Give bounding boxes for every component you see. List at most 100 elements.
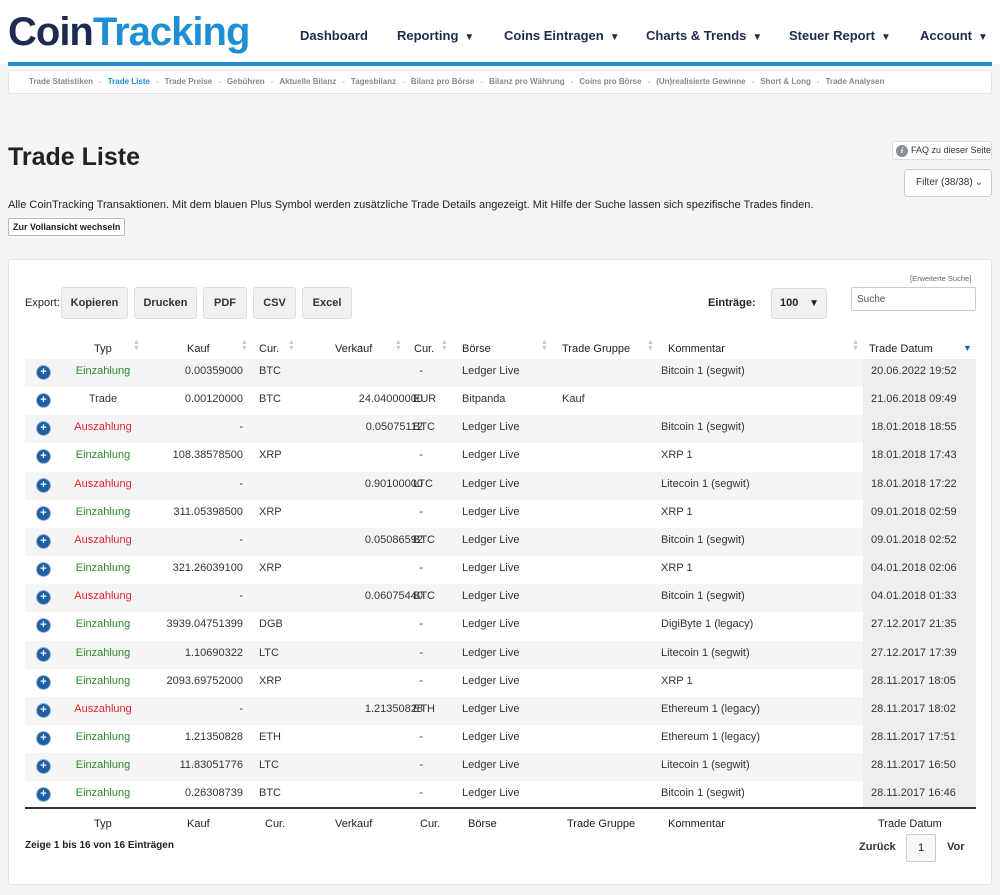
cell-trade-gruppe: Kauf xyxy=(562,393,585,406)
cointracking-logo[interactable]: CoinTracking xyxy=(8,10,250,54)
cell-cur-sell: BTC xyxy=(413,533,435,546)
sort-icon[interactable]: ▲ ▼ xyxy=(288,339,295,352)
subnav-item-coins-pro-börse[interactable]: Coins pro Börse xyxy=(579,71,641,93)
nav-reporting[interactable]: Reporting ▼ xyxy=(397,28,474,46)
pdf-button[interactable]: PDF xyxy=(203,287,247,319)
footer-cur-sell: Cur. xyxy=(420,818,441,830)
nav-steuer-report[interactable]: Steuer Report ▼ xyxy=(789,28,891,46)
cell-kommentar: Litecoin 1 (segwit) xyxy=(661,759,750,772)
subnav-item-trade-analysen[interactable]: Trade Analysen xyxy=(826,71,885,93)
cell-boerse: Ledger Live xyxy=(462,533,520,546)
table-row[interactable]: + Einzahlung 108.38578500 XRP - Ledger Live XR… xyxy=(25,443,957,471)
table-row[interactable]: + Einzahlung 0.26308739 BTC - Ledger Live Bitc… xyxy=(25,781,956,809)
cell-boerse: Ledger Live xyxy=(462,759,520,772)
cell-boerse: Ledger Live xyxy=(462,674,520,687)
cell-cur-sell: BTC xyxy=(413,590,435,603)
cell-kauf: - xyxy=(239,421,243,434)
table-row[interactable]: + Auszahlung -0.06075440 BTC Ledger Live Bitc… xyxy=(25,584,957,613)
page-description: Alle CoinTracking Transaktionen. Mit dem… xyxy=(8,199,814,211)
cell-boerse: Ledger Live xyxy=(462,449,520,462)
header-cur-buy[interactable]: Cur. xyxy=(259,343,279,355)
cell-kommentar: XRP 1 xyxy=(661,449,693,462)
table-row[interactable]: + Auszahlung -0.05075112 BTC Ledger Live Bitc… xyxy=(25,415,957,444)
subnav-item-bilanz-pro-währung[interactable]: Bilanz pro Währung xyxy=(489,71,565,93)
subnav-item-short-long[interactable]: Short & Long xyxy=(760,71,811,93)
subnav-item-bilanz-pro-börse[interactable]: Bilanz pro Börse xyxy=(411,71,475,93)
cell-kauf: 0.26308739 xyxy=(184,787,243,800)
subnav-item-un-realisierte-gewinne[interactable]: (Un)realisierte Gewinne xyxy=(656,71,745,93)
table-row[interactable]: + Trade 0.00120000 BTC 24.04000000 EUR Bitpand… xyxy=(25,387,957,415)
cell-trade-datum: 09.01.2018 02:59 xyxy=(871,505,957,518)
header-accent-bar xyxy=(8,62,992,66)
pagination-prev[interactable]: Zurück xyxy=(859,841,896,853)
sort-icon[interactable]: ▲ ▼ xyxy=(133,339,140,352)
header-kauf[interactable]: Kauf xyxy=(187,343,210,355)
pagination-current-page[interactable]: 1 xyxy=(906,834,936,862)
sort-icon[interactable]: ▲ ▼ xyxy=(395,339,402,352)
cell-trade-datum: 27.12.2017 21:35 xyxy=(871,618,957,631)
info-icon: i xyxy=(896,145,908,157)
header-trade-datum[interactable]: Trade Datum xyxy=(869,343,933,355)
cell-verkauf: 24.04000000 xyxy=(358,393,423,406)
cell-kommentar: Ethereum 1 (legacy) xyxy=(661,702,761,715)
nav-account[interactable]: Account ▼ xyxy=(920,28,988,46)
header-cur-sell[interactable]: Cur. xyxy=(414,343,434,355)
subnav-item-tagesbilanz[interactable]: Tagesbilanz xyxy=(351,71,396,93)
subnav-separator: - xyxy=(751,77,755,86)
subnav-item-trade-liste[interactable]: Trade Liste xyxy=(108,71,150,93)
advanced-search-link[interactable]: [Erweiterte Suche] xyxy=(910,274,971,283)
header-trade-gruppe[interactable]: Trade Gruppe xyxy=(562,343,630,355)
print-button[interactable]: Drucken xyxy=(134,287,197,319)
cell-verkauf: 0.05075112 xyxy=(365,421,423,434)
full-view-button[interactable]: Zur Vollansicht wechseln xyxy=(8,218,126,236)
subnav-item-trade-statistiken[interactable]: Trade Statistiken xyxy=(29,71,93,93)
table-row[interactable]: + Auszahlung -1.21350828 ETH Ledger Live Ethe… xyxy=(25,696,956,725)
sort-icon[interactable]: ▲ ▼ xyxy=(241,339,248,352)
cell-kauf: 1.21350828 xyxy=(184,730,243,743)
header-verkauf[interactable]: Verkauf xyxy=(335,343,372,355)
table-row[interactable]: + Einzahlung 0.00359000 BTC - Ledger Live Bitc… xyxy=(25,359,957,387)
table-row[interactable]: + Einzahlung 11.83051776 LTC - Ledger Live Lit… xyxy=(25,753,956,782)
sort-icon[interactable]: ▲ ▼ xyxy=(441,339,448,352)
header-kommentar[interactable]: Kommentar xyxy=(668,343,725,355)
subnav-separator: - xyxy=(270,77,274,86)
table-row[interactable]: + Einzahlung 2093.69752000 XRP - Ledger Live X… xyxy=(25,669,956,697)
sort-icon[interactable]: ▲ ▼ xyxy=(852,339,859,352)
filter-dropdown[interactable]: Filter (38/38) ⌄ xyxy=(904,169,992,197)
cell-trade-datum: 18.01.2018 18:55 xyxy=(871,421,957,434)
header-boerse[interactable]: Börse xyxy=(462,343,491,355)
excel-button[interactable]: Excel xyxy=(302,287,352,319)
nav-coins-eintragen[interactable]: Coins Eintragen ▼ xyxy=(504,28,620,46)
subnav-item-aktuelle-bilanz[interactable]: Aktuelle Bilanz xyxy=(279,71,336,93)
table-info: Zeige 1 bis 16 von 16 Einträgen xyxy=(25,840,174,851)
table-row[interactable]: + Einzahlung 321.26039100 XRP - Ledger Live XR… xyxy=(25,556,957,584)
cell-kommentar: DigiByte 1 (legacy) xyxy=(661,618,754,631)
cell-cur-buy: XRP xyxy=(259,505,282,518)
table-row[interactable]: + Einzahlung 1.21350828 ETH - Ledger Live Ethe… xyxy=(25,725,956,753)
sort-icon[interactable]: ▲ ▼ xyxy=(647,339,654,352)
search-input[interactable] xyxy=(851,287,976,311)
table-row[interactable]: + Auszahlung -0.90100000 LTC Ledger Live Lite… xyxy=(25,471,957,500)
cell-kommentar: Litecoin 1 (segwit) xyxy=(661,477,750,490)
header-typ[interactable]: Typ xyxy=(94,343,112,355)
subnav-item-trade-preise[interactable]: Trade Preise xyxy=(165,71,213,93)
table-row[interactable]: + Einzahlung 1.10690322 LTC - Ledger Live Lite… xyxy=(25,640,957,669)
cell-kommentar: Bitcoin 1 (segwit) xyxy=(661,365,745,377)
faq-button[interactable]: i FAQ zu dieser Seite xyxy=(892,141,992,160)
cell-cur-buy: XRP xyxy=(259,562,282,575)
nav-charts-trends[interactable]: Charts & Trends ▼ xyxy=(646,28,762,46)
entries-select[interactable]: 100 ▼ xyxy=(771,288,827,319)
footer-boerse: Börse xyxy=(468,818,497,830)
copy-button[interactable]: Kopieren xyxy=(61,287,128,319)
table-row[interactable]: + Einzahlung 311.05398500 XRP - Ledger Live XR… xyxy=(25,500,957,528)
sort-icon[interactable]: ▲ ▼ xyxy=(541,339,548,352)
table-row[interactable]: + Auszahlung -0.05086592 BTC Ledger Live Bitc… xyxy=(25,527,957,556)
cell-kauf: - xyxy=(239,590,243,603)
cell-cur-buy: LTC xyxy=(259,646,279,659)
subnav-item-gebühren[interactable]: Gebühren xyxy=(227,71,265,93)
table-row[interactable]: + Einzahlung 3939.04751399 DGB - Ledger Live D… xyxy=(25,612,957,640)
csv-button[interactable]: CSV xyxy=(253,287,296,319)
sort-desc-icon[interactable]: ▼ xyxy=(963,344,972,353)
pagination-next[interactable]: Vor xyxy=(947,841,965,853)
nav-dashboard[interactable]: Dashboard xyxy=(300,28,368,44)
